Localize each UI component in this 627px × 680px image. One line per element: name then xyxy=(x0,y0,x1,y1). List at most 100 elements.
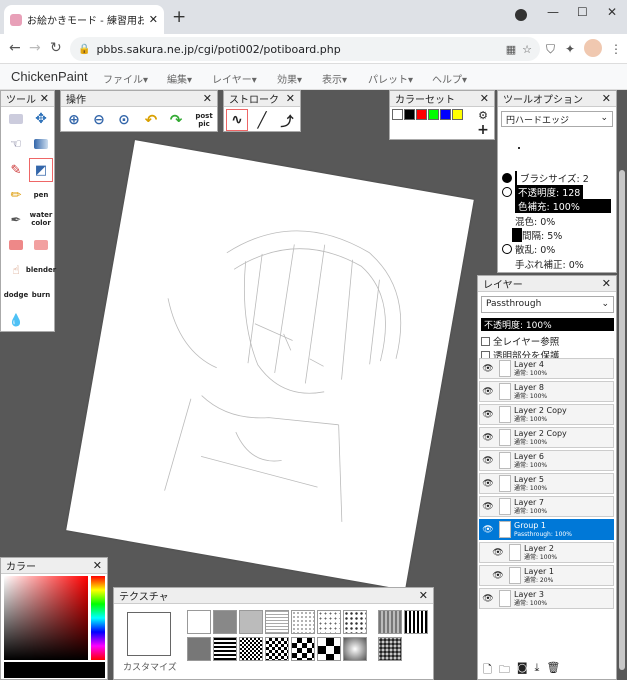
minimize-icon[interactable]: — xyxy=(547,5,559,19)
menu-palettes[interactable]: パレット▾ xyxy=(368,71,413,86)
layer-row[interactable]: 👁 Layer 2 Copy 通常: 100% xyxy=(479,404,614,425)
customize-label[interactable]: カスタマイズ xyxy=(123,660,177,673)
gear-icon[interactable]: ⚙ xyxy=(476,109,490,122)
brush-tip-select[interactable]: 円ハードエッジ ⌄ xyxy=(501,111,613,127)
color-fill-row[interactable]: 色補充: 100% xyxy=(515,199,611,213)
swatch-color[interactable] xyxy=(404,109,415,120)
tool-options-close-icon[interactable]: ✕ xyxy=(602,92,611,105)
add-mask-icon[interactable]: ◙ xyxy=(517,661,528,679)
texture-swatch[interactable] xyxy=(378,610,402,634)
clip-layer-icon[interactable]: ⤓ xyxy=(535,661,540,679)
trash-icon[interactable]: 🗑 xyxy=(546,661,560,679)
layer-row[interactable]: 👁 Layer 2 通常: 100% xyxy=(479,542,614,563)
layer-row[interactable]: 👁 Layer 7 通常: 100% xyxy=(479,496,614,517)
texture-swatch[interactable] xyxy=(378,637,402,661)
dodge-tool-label[interactable]: dodge xyxy=(4,285,29,305)
blender-tool-label[interactable]: blender xyxy=(26,260,56,280)
airbrush-tool-icon[interactable]: ✒ xyxy=(6,210,26,230)
texture-swatch[interactable] xyxy=(187,637,211,661)
texture-swatch[interactable] xyxy=(317,610,341,634)
smudge-tool-icon[interactable]: ☝ xyxy=(6,260,26,280)
spacing-slider[interactable]: 間隔: 5% xyxy=(512,228,562,242)
texture-swatch[interactable] xyxy=(213,610,237,634)
layer-row[interactable]: 👁 Layer 1 通常: 20% xyxy=(479,565,614,586)
menu-edit[interactable]: 編集▾ xyxy=(167,71,192,86)
texture-swatch[interactable] xyxy=(343,610,367,634)
zoom-fit-icon[interactable]: ⊙ xyxy=(114,110,134,130)
swatch-color[interactable] xyxy=(416,109,427,120)
soft-eraser-tool-icon[interactable] xyxy=(31,235,51,255)
texture-swatch[interactable] xyxy=(187,610,211,634)
mix-slider[interactable]: 混色: 0% xyxy=(515,214,555,228)
eye-icon[interactable]: 👁 xyxy=(480,525,496,535)
tab-close-icon[interactable]: ✕ xyxy=(149,13,158,26)
menu-help[interactable]: ヘルプ▾ xyxy=(432,71,467,86)
eye-icon[interactable]: 👁 xyxy=(480,387,496,397)
select-tool-icon[interactable] xyxy=(6,109,26,129)
qr-icon[interactable]: ▦ xyxy=(506,43,516,56)
brush-size-row[interactable]: ブラシサイズ: 2 xyxy=(502,171,592,185)
extensions-icon[interactable]: ✦ xyxy=(565,42,575,56)
eraser-tool-icon[interactable] xyxy=(6,235,26,255)
fill-tool-icon[interactable]: ◩ xyxy=(29,158,53,182)
new-folder-icon[interactable]: 🗀 xyxy=(499,661,510,679)
redo-icon[interactable]: ↷ xyxy=(166,110,186,130)
swatch-color[interactable] xyxy=(440,109,451,120)
new-layer-icon[interactable]: 🗋 xyxy=(483,661,492,679)
layer-row[interactable]: 👁 Layer 4 通常: 100% xyxy=(479,358,614,379)
post-pic-button[interactable]: post pic xyxy=(193,110,215,130)
blur-tool-icon[interactable]: 💧 xyxy=(6,310,26,330)
close-window-icon[interactable]: ✕ xyxy=(607,5,617,19)
undo-icon[interactable]: ↶ xyxy=(141,110,161,130)
burn-tool-label[interactable]: burn xyxy=(29,285,53,305)
color-close-icon[interactable]: ✕ xyxy=(93,559,102,572)
zoom-out-icon[interactable]: ⊖ xyxy=(89,110,109,130)
operations-close-icon[interactable]: ✕ xyxy=(203,92,212,105)
brush-size-slider[interactable]: ブラシサイズ: 2 xyxy=(515,171,592,185)
eye-icon[interactable]: 👁 xyxy=(480,479,496,489)
texture-swatch[interactable] xyxy=(265,610,289,634)
layer-opacity-slider[interactable]: 不透明度: 100% xyxy=(481,318,614,331)
scatter-slider[interactable]: 散乱: 0% xyxy=(515,242,555,256)
back-icon[interactable]: ← xyxy=(9,40,21,56)
menu-icon[interactable]: ⋮ xyxy=(610,42,622,56)
address-bar[interactable]: 🔒 pbbs.sakura.ne.jp/cgi/poti002/potiboar… xyxy=(70,37,540,61)
star-icon[interactable]: ☆ xyxy=(522,43,532,56)
eye-icon[interactable]: 👁 xyxy=(480,456,496,466)
mix-row[interactable]: 混色: 0% xyxy=(515,214,555,228)
eye-icon[interactable]: 👁 xyxy=(480,410,496,420)
texture-swatch[interactable] xyxy=(239,637,263,661)
saturation-value-picker[interactable] xyxy=(4,576,88,660)
scatter-row[interactable]: 散乱: 0% xyxy=(502,242,555,256)
eye-icon[interactable]: 👁 xyxy=(480,594,496,604)
move-tool-icon[interactable]: ✥ xyxy=(31,109,51,129)
add-swatch-icon[interactable]: + xyxy=(476,122,490,138)
texture-close-icon[interactable]: ✕ xyxy=(419,589,428,602)
texture-swatch[interactable] xyxy=(265,637,289,661)
layer-row[interactable]: 👁 Layer 3 通常: 100% xyxy=(479,588,614,609)
eyedropper-tool-icon[interactable]: ✎ xyxy=(6,160,26,180)
avatar[interactable] xyxy=(584,39,602,57)
swatches-close-icon[interactable]: ✕ xyxy=(480,92,489,105)
scrollbar[interactable] xyxy=(619,170,625,670)
profile-dropdown-icon[interactable] xyxy=(515,9,527,21)
texture-swatch[interactable] xyxy=(404,610,428,634)
texture-swatch[interactable] xyxy=(317,637,341,661)
swatch-color[interactable] xyxy=(428,109,439,120)
sample-all-checkbox[interactable]: 全レイヤー参照 xyxy=(481,334,559,348)
opacity-slider[interactable]: 不透明度: 128 xyxy=(515,185,584,199)
layer-row[interactable]: 👁 Layer 2 Copy 通常: 100% xyxy=(479,427,614,448)
spacing-row[interactable]: 間隔: 5% xyxy=(512,228,562,242)
smoothing-slider[interactable]: 手ぶれ補正: 0% xyxy=(515,257,584,271)
eye-icon[interactable]: 👁 xyxy=(480,364,496,374)
menu-layer[interactable]: レイヤー▾ xyxy=(212,71,257,86)
blend-mode-select[interactable]: Passthrough ⌄ xyxy=(481,296,614,313)
texture-swatch[interactable] xyxy=(291,637,315,661)
eye-icon[interactable]: 👁 xyxy=(490,571,506,581)
opacity-row[interactable]: 不透明度: 128 xyxy=(502,185,584,199)
color-fill-slider[interactable]: 色補充: 100% xyxy=(515,199,611,213)
texture-swatch[interactable] xyxy=(239,610,263,634)
layer-row[interactable]: 👁 Layer 5 通常: 100% xyxy=(479,473,614,494)
eye-icon[interactable]: 👁 xyxy=(480,433,496,443)
shield-icon[interactable]: ⛉ xyxy=(546,42,555,57)
